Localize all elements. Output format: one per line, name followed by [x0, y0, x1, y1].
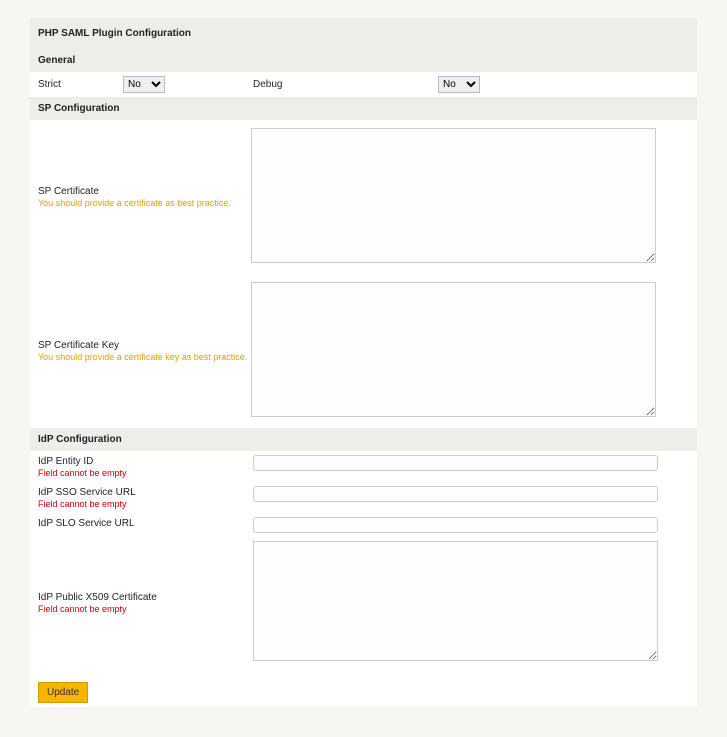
idp-entity-row: IdP Entity ID Field cannot be empty: [30, 451, 697, 482]
strict-label: Strict: [38, 79, 123, 90]
page-title: PHP SAML Plugin Configuration: [30, 18, 697, 49]
sp-cert-row: SP Certificate You should provide a cert…: [30, 120, 697, 274]
section-general-heading: General: [30, 49, 697, 72]
idp-slo-row: IdP SLO Service URL: [30, 513, 697, 537]
idp-entity-hint: Field cannot be empty: [38, 468, 253, 478]
section-idp-heading: IdP Configuration: [30, 428, 697, 451]
idp-x509-label: IdP Public X509 Certificate: [38, 592, 253, 603]
idp-slo-input[interactable]: [253, 517, 658, 533]
idp-x509-textarea[interactable]: [253, 541, 658, 661]
sp-key-hint: You should provide a certificate key as …: [38, 352, 251, 362]
idp-x509-hint: Field cannot be empty: [38, 604, 253, 614]
update-button[interactable]: Update: [38, 682, 88, 703]
idp-sso-row: IdP SSO Service URL Field cannot be empt…: [30, 482, 697, 513]
sp-key-label: SP Certificate Key: [38, 340, 251, 351]
sp-key-textarea[interactable]: [251, 282, 656, 417]
sp-cert-textarea[interactable]: [251, 128, 656, 263]
sp-key-row: SP Certificate Key You should provide a …: [30, 274, 697, 428]
idp-sso-hint: Field cannot be empty: [38, 499, 253, 509]
idp-slo-label: IdP SLO Service URL: [38, 518, 253, 529]
idp-sso-label: IdP SSO Service URL: [38, 487, 253, 498]
section-sp-heading: SP Configuration: [30, 97, 697, 120]
sp-cert-hint: You should provide a certificate as best…: [38, 198, 251, 208]
general-row: Strict No Debug No: [30, 72, 697, 97]
idp-entity-label: IdP Entity ID: [38, 456, 253, 467]
strict-select[interactable]: No: [123, 76, 165, 93]
idp-sso-input[interactable]: [253, 486, 658, 502]
idp-x509-row: IdP Public X509 Certificate Field cannot…: [30, 537, 697, 668]
sp-cert-label: SP Certificate: [38, 186, 251, 197]
debug-select[interactable]: No: [438, 76, 480, 93]
debug-label: Debug: [253, 79, 438, 90]
idp-entity-input[interactable]: [253, 455, 658, 471]
